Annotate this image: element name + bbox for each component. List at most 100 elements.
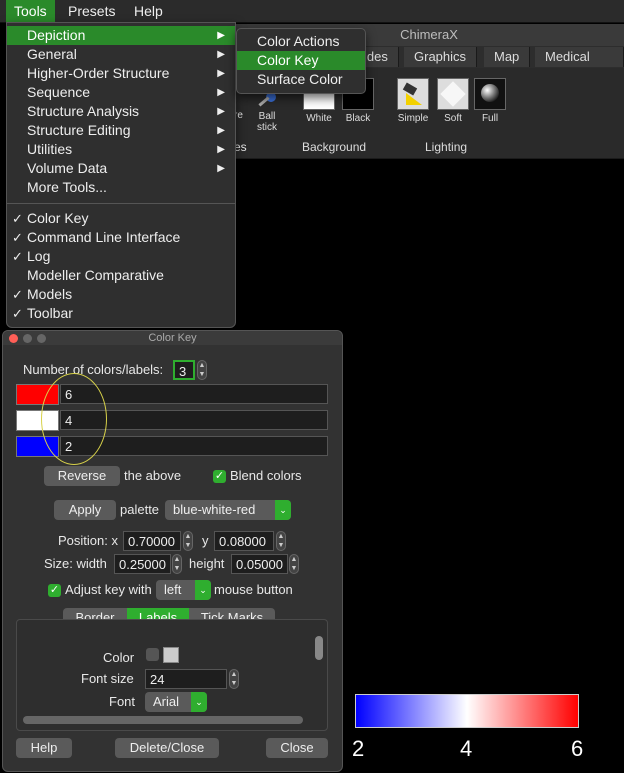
help-button[interactable]: Help — [16, 738, 72, 758]
light-simple-button[interactable]: Simple — [394, 78, 432, 124]
checkmark-icon: ✓ — [12, 287, 23, 302]
menu-item-higher-order-structure[interactable]: Higher-Order Structure ▶ — [7, 64, 235, 83]
reverse-suffix-label: the above — [124, 468, 182, 483]
apply-button[interactable]: Apply — [54, 500, 116, 520]
position-x-input[interactable]: 0.70000 — [123, 531, 181, 551]
color-key-dialog: Color Key Number of colors/labels: 3 ▲ ▼ … — [2, 330, 343, 772]
tab-medical-image[interactable]: Medical Imag — [535, 47, 624, 84]
menu-help[interactable]: Help — [126, 0, 171, 22]
font-dropdown[interactable]: Arial ⌄ — [145, 692, 207, 712]
font-value: Arial — [153, 694, 180, 709]
color-key-bar[interactable] — [355, 694, 579, 728]
position-x-stepper[interactable]: ▲ ▼ — [183, 531, 193, 551]
color-key-label-4: 4 — [460, 736, 473, 761]
font-size-label: Font size — [81, 671, 134, 686]
menu-item-volume-data[interactable]: Volume Data ▶ — [7, 159, 235, 178]
font-label: Font — [109, 694, 136, 709]
num-colors-stepper[interactable]: ▲ ▼ — [197, 360, 207, 380]
menu-item-command-line-interface[interactable]: ✓ Command Line Interface — [7, 228, 235, 247]
adjust-key-checkbox[interactable]: ✓ — [48, 584, 61, 597]
menu-item-structure-editing[interactable]: Structure Editing ▶ — [7, 121, 235, 140]
color-key-label-6: 6 — [571, 736, 584, 761]
delete-close-button[interactable]: Delete/Close — [115, 738, 219, 758]
close-window-icon[interactable] — [9, 334, 18, 343]
submenu-arrow-icon: ▶ — [217, 106, 225, 117]
blend-colors-checkbox[interactable]: ✓ — [213, 470, 226, 483]
submenu-arrow-icon: ▶ — [217, 68, 225, 79]
menu-item-sequence[interactable]: Sequence ▶ — [7, 83, 235, 102]
size-width-input[interactable]: 0.25000 — [114, 554, 171, 574]
menu-item-log[interactable]: ✓ Log — [7, 247, 235, 266]
size-height-stepper[interactable]: ▲ ▼ — [289, 554, 299, 574]
mouse-button-value: left — [164, 582, 182, 597]
position-y-input[interactable]: 0.08000 — [214, 531, 274, 551]
tab-graphics[interactable]: Graphics — [404, 47, 478, 67]
label-color-checkbox[interactable] — [146, 648, 159, 661]
size-width-label: Size: width — [44, 556, 107, 571]
chevron-down-icon: ⌄ — [275, 500, 291, 520]
dialog-titlebar: Color Key — [3, 331, 342, 345]
close-button[interactable]: Close — [266, 738, 328, 758]
submenu-item-color-key[interactable]: Color Key — [237, 51, 365, 70]
submenu-arrow-icon: ▶ — [217, 144, 225, 155]
menu-item-label: Sequence — [27, 84, 91, 100]
menu-item-depiction[interactable]: Depiction ▶ — [7, 26, 235, 45]
menu-item-label: Command Line Interface — [27, 229, 181, 245]
menu-item-label: Utilities — [27, 141, 73, 157]
submenu-item-surface-color[interactable]: Surface Color — [237, 70, 365, 89]
adjust-suffix-label: mouse button — [214, 582, 293, 597]
blend-colors-label: Blend colors — [230, 468, 302, 483]
font-size-input[interactable]: 24 — [145, 669, 227, 689]
menu-item-toolbar[interactable]: ✓ Toolbar — [7, 304, 235, 323]
vertical-scrollbar[interactable] — [315, 636, 323, 660]
submenu-arrow-icon: ▶ — [217, 30, 225, 41]
light-simple-label: Simple — [397, 113, 429, 124]
palette-label: palette — [120, 502, 160, 517]
adjust-key-label: Adjust key with — [65, 582, 152, 597]
menu-item-structure-analysis[interactable]: Structure Analysis ▶ — [7, 102, 235, 121]
checkmark-icon: ✓ — [12, 211, 23, 226]
font-size-stepper[interactable]: ▲ ▼ — [229, 669, 239, 689]
reverse-button[interactable]: Reverse — [44, 466, 120, 486]
palette-dropdown[interactable]: blue-white-red ⌄ — [165, 500, 291, 520]
light-soft-button[interactable]: Soft — [434, 78, 472, 124]
menu-item-label: Modeller Comparative — [27, 267, 164, 283]
mouse-button-dropdown[interactable]: left ⌄ — [156, 580, 211, 600]
bg-black-label: Black — [345, 113, 371, 124]
horizontal-scrollbar[interactable] — [23, 716, 303, 724]
submenu-item-label: Color Actions — [257, 33, 340, 49]
menu-item-label: Depiction — [27, 27, 86, 43]
menu-item-utilities[interactable]: Utilities ▶ — [7, 140, 235, 159]
position-y-label: y — [202, 533, 209, 548]
light-soft-label: Soft — [444, 113, 462, 124]
menu-item-label: Log — [27, 248, 51, 264]
size-height-input[interactable]: 0.05000 — [231, 554, 288, 574]
size-width-stepper[interactable]: ▲ ▼ — [172, 554, 182, 574]
label-color-swatch[interactable] — [163, 647, 179, 663]
position-y-stepper[interactable]: ▲ ▼ — [276, 531, 286, 551]
ball-stick-label: Ball stick — [257, 111, 277, 133]
menu-item-models[interactable]: ✓ Models — [7, 285, 235, 304]
zoom-window-icon[interactable] — [37, 334, 46, 343]
minimize-window-icon[interactable] — [23, 334, 32, 343]
tab-map[interactable]: Map — [484, 47, 531, 67]
submenu-item-color-actions[interactable]: Color Actions — [237, 32, 365, 51]
menu-item-label: Color Key — [27, 210, 89, 226]
chevron-down-icon: ⌄ — [195, 580, 211, 600]
color-key-label-2: 2 — [352, 736, 365, 761]
light-full-button[interactable]: Full — [471, 78, 509, 124]
checkmark-icon: ✓ — [12, 249, 23, 264]
annotation-ellipse — [41, 373, 107, 465]
num-colors-input[interactable]: 3 — [173, 360, 195, 380]
menu-tools[interactable]: Tools — [6, 0, 55, 22]
menu-item-general[interactable]: General ▶ — [7, 45, 235, 64]
menu-presets[interactable]: Presets — [60, 0, 123, 22]
menu-separator — [7, 203, 235, 204]
menu-item-modeller-comparative[interactable]: Modeller Comparative — [7, 266, 235, 285]
bg-white-label: White — [306, 113, 332, 124]
light-full-label: Full — [481, 113, 499, 124]
size-height-label: height — [189, 556, 225, 571]
menu-item-more-tools[interactable]: More Tools... — [7, 178, 235, 197]
menu-item-color-key[interactable]: ✓ Color Key — [7, 209, 235, 228]
menu-item-label: Volume Data — [27, 160, 108, 176]
